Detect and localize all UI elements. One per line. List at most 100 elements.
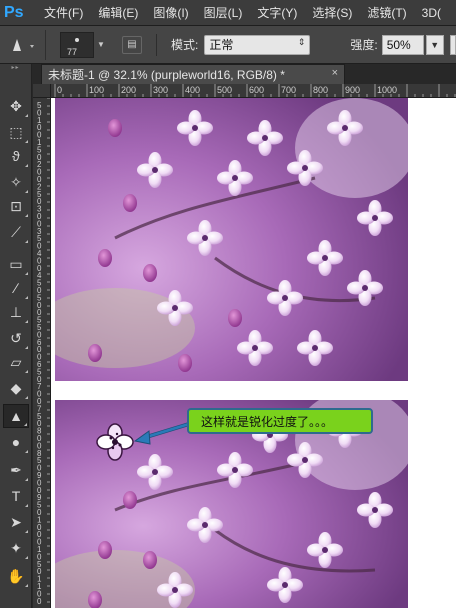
dodge-icon: ● <box>11 434 21 450</box>
ruler-label: 300 <box>153 85 168 95</box>
document-canvas[interactable]: 这样就是锐化过度了。。。 <box>51 98 456 608</box>
tool-flyout-indicator <box>25 530 28 533</box>
menu-image[interactable]: 图像(I) <box>153 4 188 21</box>
tool-flyout-indicator <box>25 450 28 453</box>
document-tab-bar: 未标题-1 @ 32.1% (purpleworld16, RGB/8) * × <box>33 64 456 84</box>
mode-label: 模式: <box>171 38 199 52</box>
hand-tool[interactable]: ✋ <box>3 564 29 588</box>
custom-shape-tool[interactable]: ✦ <box>3 536 29 560</box>
menu-file[interactable]: 文件(F) <box>44 4 83 21</box>
menu-3d[interactable]: 3D( <box>422 6 441 20</box>
app-logo: Ps <box>4 3 24 21</box>
photoshop-window: Ps 文件(F) 编辑(E) 图像(I) 图层(L) 文字(Y) 选择(S) 滤… <box>0 0 456 608</box>
ruler-label: 600 <box>249 85 264 95</box>
strength-input[interactable]: 50% <box>381 34 424 55</box>
move-icon: ✥ <box>10 97 22 114</box>
eraser-icon: ▱ <box>10 353 22 370</box>
shape-icon: ✦ <box>10 539 22 556</box>
tool-flyout-indicator <box>25 370 28 373</box>
mode-value: 正常 <box>209 38 234 52</box>
tool-flyout-indicator <box>25 190 28 193</box>
tool-flyout-indicator <box>25 272 28 275</box>
hand-icon: ✋ <box>7 567 25 584</box>
pen-icon: ✒ <box>10 461 22 478</box>
pen-tool[interactable]: ✒ <box>3 458 29 482</box>
sharpen-icon <box>12 38 34 51</box>
marquee-icon: ⬚ <box>9 123 23 140</box>
lasso-tool[interactable]: ϑ <box>3 144 29 168</box>
updown-arrows-icon: ⇕ <box>297 36 306 47</box>
magic-wand-tool[interactable]: ✧ <box>3 170 29 194</box>
annotation-text: 这样就是锐化过度了。。。 <box>187 408 373 434</box>
ruler-top[interactable]: 0 100 200 300 400 500 600 700 800 900 1000 <box>51 84 456 98</box>
close-icon[interactable]: × <box>332 67 338 79</box>
menu-type[interactable]: 文字(Y) <box>257 4 297 21</box>
sharpen-tool[interactable]: ▲ <box>3 404 29 428</box>
tool-flyout-indicator <box>25 556 28 559</box>
brush-tool[interactable]: ∕ <box>3 276 29 300</box>
ruler-label: 0 <box>57 85 62 95</box>
ruler-label: 500 <box>217 85 232 95</box>
tool-flyout-indicator <box>25 240 28 243</box>
marquee-tool[interactable]: ⬚ <box>3 120 29 144</box>
menu-filter[interactable]: 滤镜(T) <box>367 4 406 21</box>
bandage-icon: ▭ <box>9 255 23 272</box>
crop-icon: ⊡ <box>10 197 22 214</box>
strength-label: 强度: <box>350 38 378 52</box>
tool-flyout-indicator <box>25 396 28 399</box>
history-brush-icon: ↺ <box>10 329 22 346</box>
menu-select[interactable]: 选择(S) <box>312 4 352 21</box>
ruler-label: 400 <box>185 85 200 95</box>
tool-flyout-indicator <box>24 423 27 426</box>
options-bar-edge <box>449 34 456 55</box>
ruler-label: 200 <box>121 85 136 95</box>
ruler-label: 1000 <box>377 85 397 95</box>
crop-tool[interactable]: ⊡ <box>3 194 29 218</box>
clone-stamp-tool[interactable]: ⊥ <box>3 300 29 324</box>
history-brush-tool[interactable]: ↺ <box>3 326 29 350</box>
ruler-left[interactable]: 5010015020025030035040045050055060065070… <box>33 98 51 608</box>
healing-brush-tool[interactable]: ▭ <box>3 252 29 276</box>
sharpen-icon: ▲ <box>9 408 23 424</box>
tool-flyout-indicator <box>25 584 28 587</box>
brush-size-preview[interactable]: 77 <box>60 31 94 58</box>
lasso-icon: ϑ <box>12 148 20 164</box>
eraser-tool[interactable]: ▱ <box>3 350 29 374</box>
move-tool[interactable]: ✥ <box>3 94 29 118</box>
eyedropper-tool[interactable]: ⟋ <box>3 220 29 244</box>
tool-flyout-indicator <box>25 320 28 323</box>
document-tab[interactable]: 未标题-1 @ 32.1% (purpleworld16, RGB/8) * × <box>41 64 345 84</box>
menu-edit[interactable]: 编辑(E) <box>98 4 138 21</box>
eyedropper-icon: ⟋ <box>11 223 21 240</box>
tool-flyout-indicator <box>25 346 28 349</box>
tool-flyout-indicator <box>25 214 28 217</box>
ruler-corner <box>33 84 51 98</box>
annotation-callout: 这样就是锐化过度了。。。 <box>187 408 373 434</box>
mode-select[interactable]: 正常 ⇕ <box>204 34 311 55</box>
type-tool[interactable]: T <box>3 484 29 508</box>
divider <box>156 33 157 56</box>
tool-flyout-indicator <box>25 504 28 507</box>
tools-panel: ▸▸ ✥ ⬚ ϑ ✧ ⊡ ⟋ ▭ ∕ ⊥ ↺ ▱ ◆ ▲ ● ✒ T ➤ ✦ ✋ <box>0 64 32 608</box>
menu-bar: Ps 文件(F) 编辑(E) 图像(I) 图层(L) 文字(Y) 选择(S) 滤… <box>0 0 456 26</box>
paint-bucket-tool[interactable]: ◆ <box>3 376 29 400</box>
type-icon: T <box>11 488 21 504</box>
brush-tip-icon <box>75 37 79 42</box>
ruler-label: 100 <box>89 85 104 95</box>
arrow-select-icon: ➤ <box>10 513 22 530</box>
ruler-label: 900 <box>345 85 360 95</box>
dodge-tool[interactable]: ● <box>3 430 29 454</box>
panel-grip[interactable]: ▸▸ <box>0 64 31 72</box>
path-selection-tool[interactable]: ➤ <box>3 510 29 534</box>
brush-picker-arrow[interactable]: ▼ <box>96 32 106 58</box>
options-bar: 77 ▼ ▤ 模式: 正常 ⇕ 强度: 50% ▼ <box>0 26 456 64</box>
lilac-photo-original <box>55 98 408 381</box>
brush-panel-toggle-icon[interactable]: ▤ <box>122 35 142 54</box>
tool-preset-picker[interactable] <box>0 29 46 60</box>
menu-layer[interactable]: 图层(L) <box>204 4 243 21</box>
ruler-left-ticks: 5010015020025030035040045050055060065070… <box>37 98 50 606</box>
bucket-icon: ◆ <box>10 379 22 396</box>
ruler-label: 800 <box>313 85 328 95</box>
stamp-icon: ⊥ <box>9 303 23 320</box>
strength-dropdown-arrow[interactable]: ▼ <box>425 34 444 55</box>
